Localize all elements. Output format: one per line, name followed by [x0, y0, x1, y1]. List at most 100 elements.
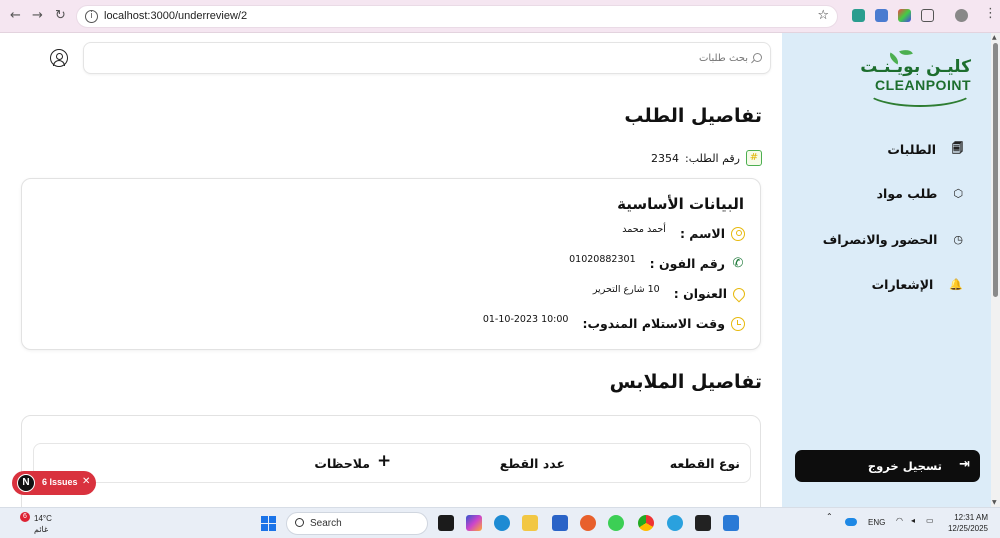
page-scrollbar[interactable]: ▲ ▼ — [991, 33, 1000, 507]
hash-icon: # — [746, 150, 762, 166]
close-icon[interactable]: ✕ — [82, 476, 90, 487]
pickup-value: 01-10-2023 10:00 — [482, 314, 569, 325]
pickup-label: وقت الاستلام المندوب: — [582, 316, 725, 331]
logo-english-text: CLEANPOINT — [875, 77, 971, 93]
col-item-type: نوع القطعه — [669, 456, 740, 471]
clock-icon: ◷ — [953, 233, 963, 246]
issues-count[interactable]: 6 Issues — [42, 477, 78, 487]
col-notes: ملاحظات — [314, 456, 370, 471]
logout-button[interactable]: ⇥ تسجيل خروج — [795, 450, 980, 482]
terminal-icon[interactable] — [695, 515, 711, 531]
name-value: أحمد محمد — [622, 224, 666, 235]
windows-start-icon[interactable] — [261, 516, 277, 532]
firefox-icon[interactable] — [580, 515, 596, 531]
order-label: رقم الطلب: — [685, 151, 740, 165]
address-bar[interactable]: i localhost:3000/underreview/2 ☆ — [76, 5, 838, 28]
phone-label: رقم الفون : — [649, 256, 725, 271]
logo-arabic-text: كليـن بويـنـت — [860, 57, 971, 77]
system-clock[interactable]: 12:31 AM 12/25/2025 — [948, 512, 988, 534]
extension-icon[interactable] — [875, 9, 888, 22]
phone-value: 01020882301 — [569, 254, 636, 265]
scroll-down-arrow-icon[interactable]: ▼ — [992, 499, 997, 506]
name-field: الاسم : أحمد محمد — [622, 224, 745, 241]
taskbar-search-label: Search — [310, 518, 342, 529]
extension-icon[interactable] — [898, 9, 911, 22]
box-icon: ⬡ — [953, 187, 963, 200]
sidebar-item-notifications[interactable]: 🔔 الإشعارات — [872, 277, 963, 292]
address-field: العنوان : 10 شارع التحرير — [592, 284, 748, 302]
order-number: # رقم الطلب: 2354 — [651, 150, 762, 166]
sidebar-item-materials[interactable]: ⬡ طلب مواد — [877, 186, 963, 201]
menu-dots-icon[interactable]: ⋮ — [984, 6, 997, 21]
phone-icon: ✆ — [732, 255, 744, 271]
store-icon[interactable] — [552, 515, 568, 531]
sidebar-item-orders[interactable]: 🗐 الطلبات — [887, 140, 963, 159]
taskbar-search[interactable]: Search — [286, 512, 428, 535]
clothes-table-header: نوع القطعه عدد القطع ملاحظات + — [33, 443, 751, 483]
sidebar-item-label: الحضور والانصراف — [822, 232, 938, 247]
language-indicator[interactable]: ENG — [868, 518, 885, 527]
weather-badge: 6 — [20, 512, 30, 522]
user-profile-icon[interactable] — [50, 49, 68, 67]
telegram-icon[interactable] — [667, 515, 683, 531]
back-button[interactable]: ← — [10, 8, 21, 23]
logout-label: تسجيل خروج — [867, 459, 942, 473]
col-item-count: عدد القطع — [499, 456, 565, 471]
whatsapp-icon[interactable] — [608, 515, 624, 531]
file-explorer-icon[interactable] — [522, 515, 538, 531]
user-icon — [731, 226, 745, 241]
basic-info-title: البيانات الأساسية — [617, 195, 744, 213]
volume-icon[interactable]: ◂ — [911, 516, 915, 525]
search-icon — [753, 53, 762, 62]
dev-issues-badge[interactable]: N 6 Issues ✕ — [12, 471, 96, 495]
basic-info-card: البيانات الأساسية الاسم : أحمد محمد ✆ رق… — [21, 178, 761, 350]
name-label: الاسم : — [679, 226, 725, 241]
address-label: العنوان : — [673, 286, 727, 301]
search-icon — [295, 518, 304, 527]
address-value: 10 شارع التحرير — [592, 284, 660, 295]
chevron-up-icon[interactable]: ⌃ — [826, 512, 833, 521]
weather-text: غائم — [34, 525, 49, 534]
onedrive-icon[interactable] — [845, 518, 857, 526]
profile-avatar[interactable] — [955, 9, 968, 22]
extensions-puzzle-icon[interactable] — [921, 9, 934, 22]
main-content: تفاصيل الطلب # رقم الطلب: 2354 البيانات … — [0, 33, 782, 507]
wifi-icon[interactable]: ◠ — [896, 516, 903, 525]
clothes-card: نوع القطعه عدد القطع ملاحظات + — [21, 415, 761, 507]
copilot-icon[interactable] — [466, 515, 482, 531]
sidebar: كليـن بويـنـت CLEANPOINT 🗐 الطلبات ⬡ طلب… — [782, 33, 991, 507]
bell-icon: 🔔 — [949, 278, 963, 291]
task-view-icon[interactable] — [438, 515, 454, 531]
site-info-icon[interactable]: i — [85, 10, 98, 23]
page-title: تفاصيل الطلب — [624, 105, 762, 127]
scrollbar-thumb[interactable] — [993, 43, 998, 297]
forward-button[interactable]: → — [32, 8, 43, 23]
orders-icon: 🗐 — [952, 142, 963, 155]
temperature: 14°C — [34, 514, 52, 523]
sidebar-item-label: طلب مواد — [876, 186, 938, 201]
location-pin-icon — [730, 285, 748, 302]
url-text[interactable]: localhost:3000/underreview/2 — [104, 10, 247, 22]
extension-icon[interactable] — [852, 9, 865, 22]
browser-toolbar: ← → ↻ i localhost:3000/underreview/2 ☆ ⋮ — [0, 0, 1000, 33]
reload-button[interactable]: ↻ — [55, 8, 66, 23]
vscode-icon[interactable] — [723, 515, 739, 531]
clock-date: 12/25/2025 — [947, 524, 988, 533]
search-box[interactable] — [83, 42, 771, 74]
search-input[interactable] — [148, 50, 748, 66]
sidebar-item-attendance[interactable]: ◷ الحضور والانصراف — [823, 232, 963, 247]
nextjs-logo-icon: N — [17, 474, 35, 492]
clock-time: 12:31 AM — [954, 513, 988, 522]
battery-icon[interactable]: ▭ — [926, 516, 934, 525]
add-note-button[interactable]: + — [377, 451, 391, 471]
app-page: تفاصيل الطلب # رقم الطلب: 2354 البيانات … — [0, 33, 1000, 507]
sidebar-item-label: الإشعارات — [871, 277, 934, 292]
edge-icon[interactable] — [494, 515, 510, 531]
clothes-title: تفاصيل الملابس — [609, 371, 762, 393]
chrome-icon[interactable] — [638, 515, 654, 531]
clock-icon — [731, 316, 745, 331]
windows-taskbar: 6 14°C غائم Search ⌃ ENG ◠ ◂ ▭ 12:31 AM … — [0, 507, 1000, 538]
phone-field: ✆ رقم الفون : 01020882301 — [569, 254, 745, 271]
bookmark-star-icon[interactable]: ☆ — [817, 8, 829, 23]
scroll-up-arrow-icon[interactable]: ▲ — [992, 34, 997, 41]
